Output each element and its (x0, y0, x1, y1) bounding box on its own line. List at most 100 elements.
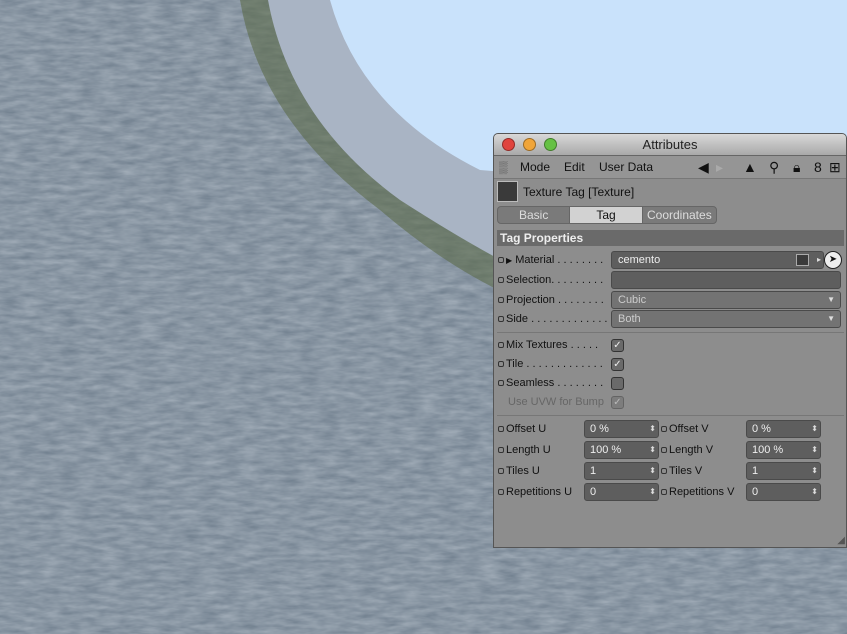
u-value-stepper[interactable]: 100 % ⬍ (584, 441, 659, 459)
menu-user-data[interactable]: User Data (599, 156, 653, 179)
animate-dot[interactable] (498, 468, 504, 475)
mix-textures-checkbox[interactable]: ✓ (611, 339, 624, 352)
projection-dropdown[interactable]: Cubic ▼ (611, 291, 841, 309)
stepper-arrows-icon[interactable]: ⬍ (649, 484, 656, 500)
side-value: Both (618, 313, 641, 325)
forward-arrow-icon[interactable]: ▸ (716, 156, 723, 179)
menu-mode[interactable]: Mode (520, 156, 550, 179)
animate-dot[interactable] (661, 468, 667, 475)
animate-dot[interactable] (498, 489, 504, 496)
u-value-stepper[interactable]: 0 % ⬍ (584, 420, 659, 438)
grid-u-row: Repetitions U (498, 483, 572, 501)
stepper-arrows-icon[interactable]: ⬍ (811, 421, 818, 437)
animate-dot[interactable] (498, 257, 504, 264)
up-arrow-icon[interactable]: ▲ (743, 156, 757, 179)
selection-field[interactable] (611, 271, 841, 289)
lock-icon[interactable]: 🔒︎ (793, 156, 800, 179)
tile-checkbox[interactable]: ✓ (611, 358, 624, 371)
grid-v-row: Repetitions V (661, 483, 734, 501)
stepper-arrows-icon[interactable]: ⬍ (811, 484, 818, 500)
selection-label: Selection (506, 274, 552, 286)
animate-dot[interactable] (661, 426, 667, 433)
pick-object-icon[interactable]: ➤ (824, 251, 842, 269)
animate-dot[interactable] (498, 342, 504, 349)
animate-dot[interactable] (498, 447, 504, 454)
stepper-arrows-icon[interactable]: ⬍ (649, 442, 656, 458)
tile-row: Tile . . . . . . . . . . . . . (498, 355, 603, 373)
divider (497, 332, 844, 333)
u-value: 0 (590, 486, 597, 498)
stepper-arrows-icon[interactable]: ⬍ (649, 463, 656, 479)
search-icon[interactable]: ⚲ (769, 156, 779, 179)
projection-label: Projection (506, 294, 555, 306)
animate-dot[interactable] (661, 447, 667, 454)
animate-dot[interactable] (498, 316, 504, 323)
material-menu-icon[interactable]: ▸ (817, 252, 821, 268)
u-label: Offset U (506, 423, 547, 435)
close-button[interactable] (502, 138, 515, 151)
grip-icon[interactable]: ▒ (499, 156, 508, 179)
animate-dot[interactable] (498, 426, 504, 433)
u-label: Repetitions U (506, 486, 573, 498)
side-row: Side . . . . . . . . . . . . . (498, 310, 608, 328)
mix-textures-row: Mix Textures . . . . . (498, 336, 598, 354)
v-label: Tiles V (669, 465, 703, 477)
section-header: Tag Properties (497, 230, 844, 246)
tab-bar: Basic Tag Coordinates (497, 206, 717, 224)
grid-v-row: Length V (661, 441, 713, 459)
minimize-button[interactable] (523, 138, 536, 151)
material-row: ▶ Material . . . . . . . . (498, 251, 603, 269)
v-value-stepper[interactable]: 0 ⬍ (746, 483, 821, 501)
u-value-stepper[interactable]: 0 ⬍ (584, 483, 659, 501)
expand-triangle-icon[interactable]: ▶ (506, 256, 512, 265)
stepper-arrows-icon[interactable]: ⬍ (811, 442, 818, 458)
side-label: Side (506, 313, 529, 325)
v-value: 0 (752, 486, 759, 498)
link-icon[interactable]: 8 (814, 156, 822, 179)
seamless-checkbox[interactable] (611, 377, 624, 390)
seamless-label: Seamless (506, 377, 555, 389)
v-value: 1 (752, 465, 759, 477)
use-uvw-row: Use UVW for Bump (508, 393, 604, 411)
side-dropdown[interactable]: Both ▼ (611, 310, 841, 328)
v-value-stepper[interactable]: 100 % ⬍ (746, 441, 821, 459)
v-label: Offset V (669, 423, 709, 435)
stepper-arrows-icon[interactable]: ⬍ (811, 463, 818, 479)
mix-textures-label: Mix Textures (506, 339, 568, 351)
grid-u-row: Offset U (498, 420, 546, 438)
new-panel-icon[interactable]: ⊞ (829, 156, 841, 179)
seamless-row: Seamless . . . . . . . . (498, 374, 603, 392)
v-value: 100 % (752, 444, 784, 456)
animate-dot[interactable] (498, 380, 504, 387)
material-field[interactable]: cemento ▸ (611, 251, 824, 269)
v-label: Length V (669, 444, 714, 456)
material-label: Material (515, 254, 555, 266)
grid-v-row: Offset V (661, 420, 709, 438)
v-label: Repetitions V (669, 486, 735, 498)
animate-dot[interactable] (498, 277, 504, 284)
tab-basic[interactable]: Basic (498, 207, 571, 223)
menu-edit[interactable]: Edit (564, 156, 585, 179)
animate-dot[interactable] (498, 361, 504, 368)
v-value-stepper[interactable]: 1 ⬍ (746, 462, 821, 480)
tab-tag[interactable]: Tag (570, 207, 643, 223)
zoom-button[interactable] (544, 138, 557, 151)
v-value-stepper[interactable]: 0 % ⬍ (746, 420, 821, 438)
u-value-stepper[interactable]: 1 ⬍ (584, 462, 659, 480)
object-header: Texture Tag [Texture] (497, 181, 634, 203)
projection-row: Projection . . . . . . . . (498, 291, 604, 309)
u-label: Tiles U (506, 465, 540, 477)
chevron-down-icon: ▼ (827, 314, 835, 323)
animate-dot[interactable] (498, 297, 504, 304)
v-value: 0 % (752, 423, 771, 435)
title-bar[interactable]: Attributes (494, 134, 846, 156)
material-value: cemento (618, 254, 661, 266)
u-label: Length U (506, 444, 551, 456)
u-value: 1 (590, 465, 597, 477)
tab-coordinates[interactable]: Coordinates (643, 207, 716, 223)
resize-grip-icon[interactable]: ◢ (837, 535, 845, 546)
stepper-arrows-icon[interactable]: ⬍ (649, 421, 656, 437)
grid-u-row: Tiles U (498, 462, 540, 480)
back-arrow-icon[interactable]: ◀ (698, 156, 709, 179)
animate-dot[interactable] (661, 489, 667, 496)
